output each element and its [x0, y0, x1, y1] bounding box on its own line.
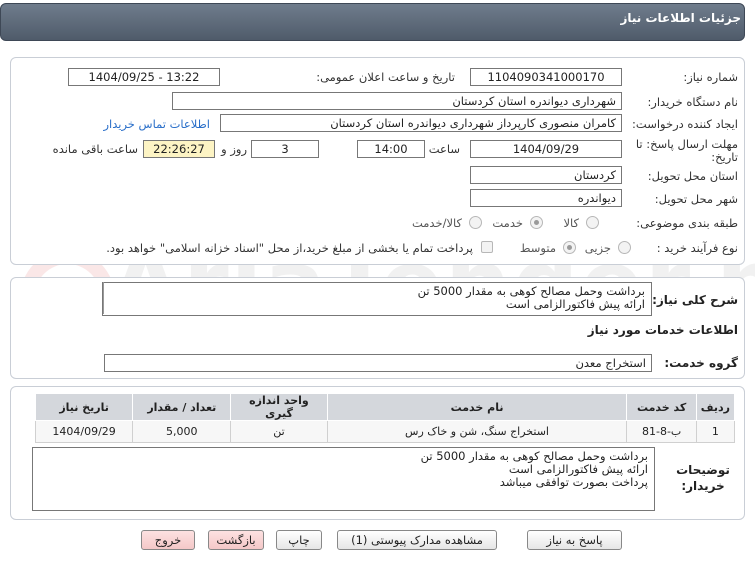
cell-code: ب-8-81	[626, 420, 697, 443]
col-date-header: تاریخ نیاز	[34, 393, 134, 421]
province-label: استان محل تحویل:	[647, 169, 738, 183]
category-option-goods: کالا	[563, 216, 579, 230]
process-option-medium: متوسط	[519, 241, 556, 255]
process-label: نوع فرآیند خرید :	[656, 241, 738, 255]
table-row[interactable]: 1 ب-8-81 استخراج سنگ، شن و خاک رس تن 5,0…	[34, 420, 736, 443]
col-row-header: ردیف	[695, 393, 736, 421]
exit-button[interactable]: خروج	[141, 530, 195, 550]
cell-date: 1404/09/29	[34, 420, 134, 443]
col-code-header: کد خدمت	[626, 393, 697, 421]
buyer-notes-textarea[interactable]: برداشت وحمل مصالح کوهی به مقدار 5000 تن …	[32, 447, 655, 511]
creator-label: ایجاد کننده درخواست:	[632, 117, 738, 131]
category-radio-goods[interactable]	[586, 216, 599, 229]
services-table: ردیف کد خدمت نام خدمت واحد اندازه گیری ت…	[34, 393, 736, 443]
province-field[interactable]: کردستان	[470, 166, 622, 184]
description-textarea[interactable]: برداشت وحمل مصالح کوهی به مقدار 5000 تن …	[102, 282, 652, 316]
deadline-label: مهلت ارسال پاسخ: تا تاریخ:	[635, 137, 738, 164]
description-scrollbar[interactable]	[103, 282, 113, 314]
description-line-2: ارائه پیش فاکتورالزامی است	[505, 297, 645, 311]
buyer-org-field[interactable]: شهرداری دیواندره استان کردستان	[172, 92, 622, 110]
col-qty-header: تعداد / مقدار	[132, 393, 232, 421]
city-label: شهر محل تحویل:	[654, 192, 738, 206]
services-table-header-row: ردیف کد خدمت نام خدمت واحد اندازه گیری ت…	[34, 393, 736, 421]
category-label: طبقه بندی موضوعی:	[636, 216, 738, 230]
buyer-notes-line-3: پرداخت بصورت توافقی میباشد	[499, 475, 648, 489]
days-label: روز و	[221, 142, 247, 156]
contact-buyer-link[interactable]: اطلاعات تماس خریدار	[103, 117, 210, 131]
cell-row: 1	[695, 420, 736, 443]
announce-label: تاریخ و ساعت اعلان عمومی:	[316, 70, 455, 84]
announce-field[interactable]: 1404/09/25 - 13:22	[68, 68, 220, 86]
days-field[interactable]: 3	[251, 140, 319, 158]
process-radio-minor[interactable]	[618, 241, 631, 254]
category-radio-service[interactable]	[530, 216, 543, 229]
hour-label: ساعت	[428, 142, 460, 156]
buyer-org-label: نام دستگاه خریدار:	[647, 95, 738, 109]
treasury-payment-note: پرداخت تمام یا بخشی از مبلغ خرید،از محل …	[106, 241, 473, 255]
treasury-payment-checkbox[interactable]	[481, 241, 493, 253]
deadline-time-field[interactable]: 14:00	[357, 140, 425, 158]
print-button[interactable]: چاپ	[276, 530, 322, 550]
col-unit-header: واحد اندازه گیری	[230, 393, 328, 421]
cell-qty: 5,000	[132, 420, 232, 443]
remaining-label: ساعت باقی مانده	[52, 142, 138, 156]
process-radio-medium[interactable]	[563, 241, 576, 254]
service-group-field[interactable]: استخراج معدن	[104, 354, 652, 372]
remaining-time-field[interactable]: 22:26:27	[143, 140, 215, 158]
need-number-field[interactable]: 1104090341000170	[470, 68, 622, 86]
category-option-goods-service: کالا/خدمت	[411, 216, 462, 230]
city-field[interactable]: دیواندره	[470, 189, 622, 207]
process-option-minor: جزیی	[584, 241, 611, 255]
reply-button[interactable]: پاسخ به نیاز	[527, 530, 622, 550]
description-label: شرح کلی نیاز:	[652, 293, 738, 307]
service-group-label: گروه خدمت:	[664, 356, 738, 370]
need-number-label: شماره نیاز:	[683, 70, 738, 84]
view-attachments-button[interactable]: مشاهده مدارک پیوستی (1)	[337, 530, 497, 550]
col-name-header: نام خدمت	[326, 393, 628, 421]
services-section-title: اطلاعات خدمات مورد نیاز	[587, 323, 738, 337]
category-radio-goods-service[interactable]	[469, 216, 482, 229]
creator-field[interactable]: کامران منصوری کارپرداز شهرداری دیواندره …	[220, 114, 622, 132]
page-title: جزئیات اطلاعات نیاز	[620, 11, 741, 25]
category-option-service: خدمت	[492, 216, 523, 230]
buyer-notes-label: توضیحات خریدار:	[676, 463, 730, 493]
cell-name: استخراج سنگ، شن و خاک رس	[326, 420, 628, 443]
deadline-date-field[interactable]: 1404/09/29	[470, 140, 622, 158]
back-button[interactable]: بازگشت	[208, 530, 264, 550]
cell-unit: تن	[230, 420, 328, 443]
